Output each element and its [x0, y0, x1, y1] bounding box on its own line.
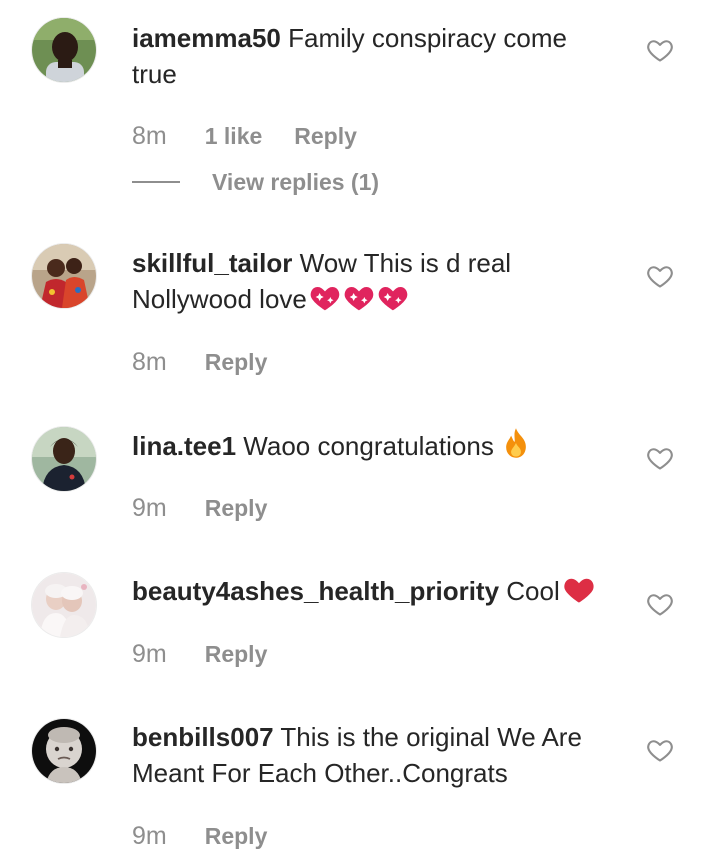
avatar-image	[32, 573, 96, 637]
comment-username[interactable]: iamemma50	[132, 23, 281, 53]
reply-button[interactable]: Reply	[205, 641, 268, 668]
avatar[interactable]	[32, 427, 96, 491]
like-heart-icon[interactable]	[646, 36, 674, 64]
reply-button[interactable]: Reply	[205, 823, 268, 850]
comment-meta: 8m 1 like Reply	[132, 116, 357, 156]
red-heart-emoji-icon	[560, 576, 596, 606]
like-heart-icon[interactable]	[646, 736, 674, 764]
comment-body: Cool	[506, 576, 560, 606]
like-heart-icon[interactable]	[646, 262, 674, 290]
avatar[interactable]	[32, 719, 96, 783]
fire-emoji-icon	[501, 428, 529, 461]
comment-meta: 8m Reply	[132, 342, 267, 382]
comment-text-block: skillful_tailor Wow This is d real Nolly…	[132, 245, 612, 317]
avatar-image	[32, 244, 96, 308]
comment-text-block: iamemma50 Family conspiracy come true	[132, 20, 612, 92]
avatar[interactable]	[32, 573, 96, 637]
reply-button[interactable]: Reply	[205, 349, 268, 376]
reply-button[interactable]: Reply	[294, 123, 357, 150]
avatar[interactable]	[32, 18, 96, 82]
comment-likes[interactable]: 1 like	[205, 123, 263, 150]
comment-time: 9m	[132, 821, 167, 850]
replies-row: View replies (1)	[132, 162, 379, 202]
comment-body: Waoo congratulations	[243, 431, 494, 461]
like-heart-icon[interactable]	[646, 444, 674, 472]
comment-meta: 9m Reply	[132, 488, 267, 528]
avatar-image	[32, 719, 96, 783]
comment-text-block: benbills007 This is the original We Are …	[132, 719, 612, 791]
view-replies-button[interactable]: View replies (1)	[212, 169, 379, 196]
like-heart-icon[interactable]	[646, 590, 674, 618]
comment-text-block: lina.tee1 Waoo congratulations	[132, 427, 612, 464]
comment-time: 9m	[132, 639, 167, 668]
comment-text-block: beauty4ashes_health_priority Cool	[132, 573, 612, 609]
comment-meta: 9m Reply	[132, 634, 267, 674]
comment-username[interactable]: skillful_tailor	[132, 248, 292, 278]
comment-username[interactable]: beauty4ashes_health_priority	[132, 576, 499, 606]
reply-button[interactable]: Reply	[205, 495, 268, 522]
comment-meta: 9m Reply	[132, 816, 267, 856]
comment-time: 9m	[132, 493, 167, 522]
replies-divider	[132, 181, 180, 183]
comment-username[interactable]: benbills007	[132, 722, 274, 752]
comment-time: 8m	[132, 347, 167, 376]
avatar-image	[32, 427, 96, 491]
comment-time: 8m	[132, 121, 167, 150]
avatar[interactable]	[32, 244, 96, 308]
avatar-image	[32, 18, 96, 82]
sparkling-heart-emoji-icon	[307, 284, 409, 314]
comment-username[interactable]: lina.tee1	[132, 431, 236, 461]
